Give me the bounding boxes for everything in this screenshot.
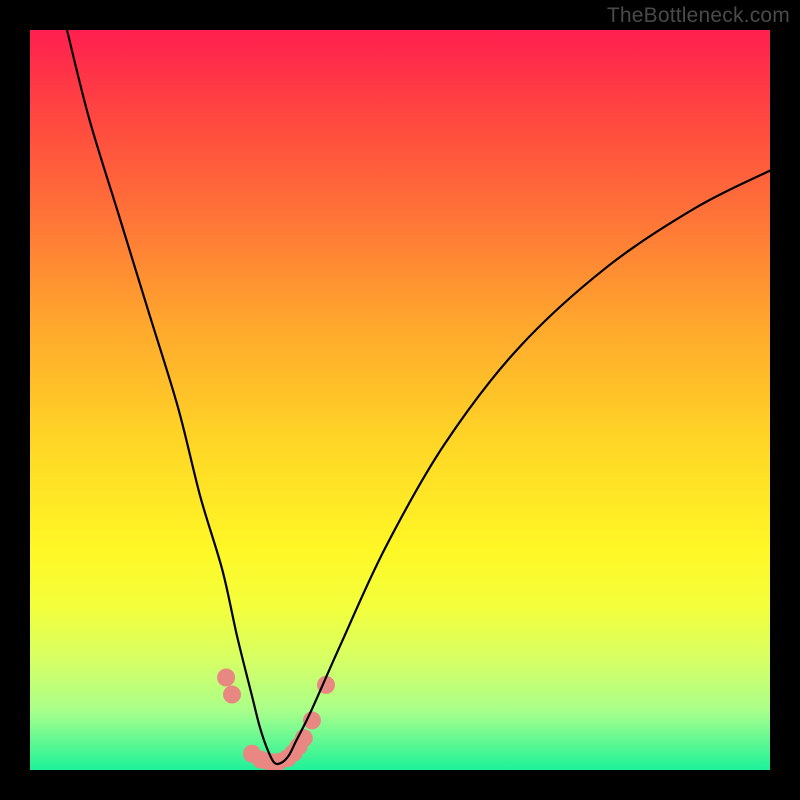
watermark-text: TheBottleneck.com	[607, 4, 790, 28]
highlight-marker	[223, 686, 241, 704]
plot-area	[30, 30, 770, 770]
highlight-marker	[217, 669, 235, 687]
curve-svg	[30, 30, 770, 770]
bottleneck-curve	[67, 30, 770, 764]
highlight-marker-group	[217, 669, 335, 771]
chart-frame: TheBottleneck.com	[0, 0, 800, 800]
